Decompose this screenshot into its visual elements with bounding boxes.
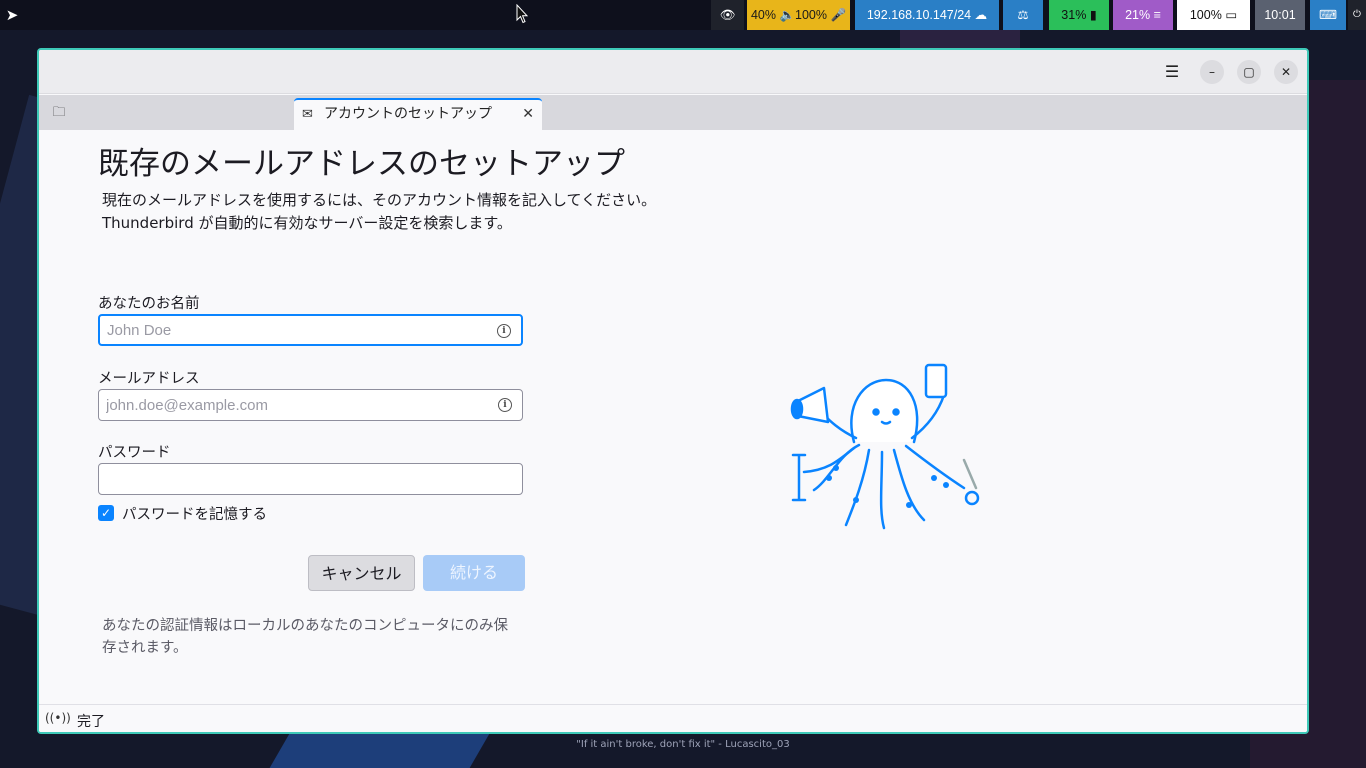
battery-full-icon: ▭ xyxy=(1225,8,1238,22)
battery-icon: ▮ xyxy=(1089,8,1097,22)
minimize-button[interactable]: – xyxy=(1200,60,1224,84)
brightness-indicator[interactable]: 100% ▭ xyxy=(1177,0,1250,30)
password-label: パスワード xyxy=(98,445,171,461)
balance-icon[interactable]: ⚖ xyxy=(1003,0,1043,30)
hamburger-menu-icon[interactable]: ☰ xyxy=(1160,60,1184,84)
tab-close-icon[interactable]: ✕ xyxy=(522,100,534,129)
status-text: 完了 xyxy=(77,714,105,730)
checkbox-checked-icon[interactable]: ✓ xyxy=(98,505,114,521)
email-field-wrapper: i xyxy=(98,389,523,421)
continue-button[interactable]: 続ける xyxy=(423,555,525,591)
close-window-button[interactable]: ✕ xyxy=(1274,60,1298,84)
network-icon: ☁ xyxy=(974,8,988,22)
top-panel: ➤ 👁 40% 🔈100% 🎤 192.168.10.147/24 ☁ ⚖ 31… xyxy=(0,0,1366,30)
description-line-2: Thunderbird が自動的に有効なサーバー設定を検索します。 xyxy=(102,214,512,232)
wallpaper-quote: "If it ain't broke, don't fix it" - Luca… xyxy=(576,739,790,750)
account-setup-page: 既存のメールアドレスのセットアップ 現在のメールアドレスを使用するには、そのアカ… xyxy=(39,130,1307,704)
battery-indicator[interactable]: 31% ▮ xyxy=(1049,0,1109,30)
activity-icon: ((•)) xyxy=(45,711,71,725)
launcher-icon[interactable]: ➤ xyxy=(2,4,22,26)
thunderbird-window: ☰ – ▢ ✕ 🗀 ✉ アカウントのセットアップ ✕ 既存のメールアドレスのセッ… xyxy=(37,48,1309,734)
password-input[interactable] xyxy=(99,464,522,494)
power-icon[interactable]: ⏻ xyxy=(1348,0,1366,30)
audio-indicator[interactable]: 40% 🔈100% 🎤 xyxy=(747,0,850,30)
name-field-wrapper: i xyxy=(98,314,523,346)
folder-icon[interactable]: 🗀 xyxy=(49,103,69,123)
name-input[interactable] xyxy=(100,316,521,344)
tab-account-setup[interactable]: ✉ アカウントのセットアップ ✕ xyxy=(294,98,542,130)
eye-icon[interactable]: 👁 xyxy=(711,0,744,30)
mail-setup-icon: ✉ xyxy=(302,107,313,122)
clock[interactable]: 10:01 xyxy=(1255,0,1305,30)
mouse-cursor-icon xyxy=(516,4,528,24)
email-input[interactable] xyxy=(99,390,522,420)
info-icon[interactable]: i xyxy=(497,324,511,338)
credentials-note: あなたの認証情報はローカルのあなたのコンピュータにのみ保存されます。 xyxy=(102,618,508,656)
memory-indicator[interactable]: 21% ≡ xyxy=(1113,0,1173,30)
memory-percent: 21% xyxy=(1125,8,1151,22)
page-title: 既存のメールアドレスのセットアップ xyxy=(98,146,625,182)
info-icon[interactable]: i xyxy=(498,398,512,412)
title-bar: ☰ – ▢ ✕ xyxy=(39,50,1307,94)
network-indicator[interactable]: 192.168.10.147/24 ☁ xyxy=(855,0,999,30)
description-line-1: 現在のメールアドレスを使用するには、そのアカウント情報を記入してください。 xyxy=(102,191,657,209)
menu-lines-icon: ≡ xyxy=(1153,8,1161,22)
name-label: あなたのお名前 xyxy=(98,296,200,312)
tab-label: アカウントのセットアップ xyxy=(324,106,492,122)
keyboard-icon[interactable]: ⌨ xyxy=(1310,0,1346,30)
maximize-button[interactable]: ▢ xyxy=(1237,60,1261,84)
network-address: 192.168.10.147/24 xyxy=(866,8,972,22)
remember-password-label: パスワードを記憶する xyxy=(122,507,267,523)
password-field-wrapper xyxy=(98,463,523,495)
cancel-button[interactable]: キャンセル xyxy=(308,555,415,591)
octopus-illustration xyxy=(790,363,980,530)
brightness-percent: 100% xyxy=(1189,8,1222,22)
page-description: 現在のメールアドレスを使用するには、そのアカウント情報を記入してください。 Th… xyxy=(102,189,656,235)
battery-percent: 31% xyxy=(1061,8,1087,22)
status-bar: ((•)) 完了 xyxy=(39,704,1307,732)
tab-bar: 🗀 ✉ アカウントのセットアップ ✕ xyxy=(39,95,1307,130)
email-label: メールアドレス xyxy=(98,371,200,387)
